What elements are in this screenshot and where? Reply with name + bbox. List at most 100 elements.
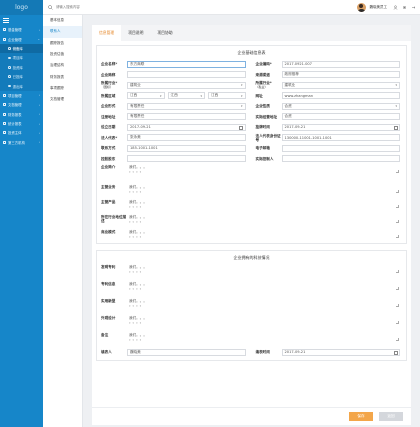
company-nature-select[interactable]: 合资 ▾ — [281, 102, 400, 110]
secondary-nav-item-events[interactable]: 事项跟踪 — [43, 83, 82, 94]
tab-assist[interactable]: 项目协助 — [150, 25, 179, 41]
source-field[interactable]: 政府推荐 — [281, 71, 400, 79]
design-textarea[interactable]: 我们。。。。。。。 — [127, 315, 400, 325]
calendar-icon[interactable] — [239, 125, 243, 130]
filler-field[interactable]: 魏晓美 — [127, 348, 246, 356]
ellipsis-text: 。。。。 — [129, 320, 144, 325]
short-name-field[interactable] — [127, 71, 246, 79]
secondary-nav: 基本信息 联系人 跟踪报告 投资估值 治理结构 财务报表 事项跟踪 文档管理 — [43, 0, 83, 427]
select-value: 江西 — [211, 93, 219, 98]
calendar-icon[interactable] — [393, 125, 398, 130]
secondary-nav-item-basic[interactable]: 基本信息 — [43, 15, 82, 26]
form-footer: 保存 返回 — [92, 407, 411, 425]
sidebar-item-company[interactable]: 企业管理 ⌄ — [0, 34, 43, 43]
resize-handle[interactable] — [396, 320, 399, 324]
logout-icon[interactable] — [411, 5, 416, 10]
chevron-down-icon: ▾ — [240, 104, 243, 109]
save-button[interactable]: 保存 — [349, 412, 373, 421]
resize-handle[interactable] — [396, 219, 399, 223]
section-title: 企业基础信息表 — [237, 50, 266, 55]
field-label: 实际经营地址 — [255, 114, 278, 119]
resize-handle[interactable] — [396, 169, 399, 173]
industry-national-select[interactable]: 建筑业 ▾ — [127, 81, 246, 89]
main-business-textarea[interactable]: 我们。。。。。。。 — [127, 184, 400, 194]
sidebar-item-label: 第三方机构 — [8, 140, 25, 145]
avatar[interactable] — [356, 2, 366, 12]
resize-handle[interactable] — [396, 204, 399, 208]
field-label: 主营产品 — [101, 200, 116, 204]
secondary-nav-item-docs[interactable]: 文档管理 — [43, 94, 82, 105]
listing-date-field[interactable]: 2017-09-21 — [281, 123, 400, 131]
user-icon[interactable] — [393, 5, 398, 10]
legal-rep-field[interactable]: 张永美 — [127, 134, 246, 142]
resize-handle[interactable] — [396, 189, 399, 193]
ellipsis-text: 。。。。 — [129, 337, 144, 342]
tab-info[interactable]: 信息管理 — [92, 25, 122, 41]
back-button[interactable]: 返回 — [379, 412, 403, 421]
ellipsis-text: 。。。。 — [129, 234, 144, 239]
resize-handle[interactable] — [396, 303, 399, 307]
legal-id-field[interactable]: 130000-11001-1001-1001 — [281, 134, 400, 142]
calendar-icon[interactable] — [393, 350, 398, 355]
select-value: 有限责任 — [130, 103, 145, 108]
sidebar-item-finance[interactable]: 财务报表 › — [0, 110, 43, 119]
select-value: 合资 — [284, 103, 292, 108]
company-type-select[interactable]: 有限责任 ▾ — [127, 102, 246, 110]
controlling-shareholder-field[interactable] — [127, 155, 246, 163]
province-select[interactable]: 江西 ▾ — [127, 92, 165, 100]
industry-position-textarea[interactable]: 我们。。。。。。。 — [127, 214, 400, 224]
sidebar-subitem-invest[interactable]: 投资库 — [0, 62, 43, 72]
main-product-textarea[interactable]: 我们。。。。。。。 — [127, 199, 400, 209]
resize-handle[interactable] — [396, 337, 399, 341]
sidebar-subitem-project[interactable]: 项目库 — [0, 53, 43, 63]
field-label: 法人代表身份证号 — [255, 133, 281, 142]
sidebar-item-stats[interactable]: 统计报表 › — [0, 119, 43, 128]
district-select[interactable]: 江西 ▾ — [208, 92, 246, 100]
email-field[interactable] — [281, 144, 400, 152]
registered-address-field[interactable]: 有限责任 — [127, 113, 246, 121]
city-select[interactable]: 江西 ▾ — [167, 92, 205, 100]
business-model-textarea[interactable]: 我们。。。。。。。 — [127, 229, 400, 239]
tab-description[interactable]: 项目说明 — [121, 25, 150, 41]
utility-model-textarea[interactable]: 我们。。。。。。。 — [127, 298, 400, 308]
patent-textarea[interactable]: 我们。。。。。。。 — [127, 264, 400, 274]
field-label: 挂牌时间 — [255, 125, 270, 130]
actual-address-field[interactable]: 合资 — [281, 113, 400, 121]
textarea-value: 我们。。。 — [129, 282, 147, 286]
gear-icon[interactable] — [402, 5, 407, 10]
fill-date-field[interactable]: 2017-09-21 — [281, 348, 400, 356]
menu-toggle-button[interactable] — [0, 15, 43, 25]
sidebar-item-fund[interactable]: 基金管理 › — [0, 25, 43, 34]
sidebar-item-third-party[interactable]: 第三方机构 › — [0, 138, 43, 147]
profile-textarea[interactable]: 我们。。。。。。。 — [127, 164, 400, 174]
website-field[interactable]: www.zhangman — [281, 92, 400, 100]
phone-field[interactable]: 185-1001-1001 — [127, 144, 246, 152]
sidebar-item-project[interactable]: 项目管理 › — [0, 91, 43, 100]
sidebar-subitem-exit[interactable]: 退出库 — [0, 81, 43, 91]
sidebar-item-label: 财务报表 — [8, 112, 22, 117]
username[interactable]: 魏晓美员工 — [370, 5, 388, 10]
secondary-nav-item-governance[interactable]: 治理结构 — [43, 60, 82, 71]
actual-controller-field[interactable] — [281, 155, 400, 163]
established-date-field[interactable]: 2017-09-21 — [127, 123, 246, 131]
resize-handle[interactable] — [396, 269, 399, 273]
sidebar-item-docs[interactable]: 文档管理 › — [0, 100, 43, 109]
sidebar-item-entity[interactable]: 投资主体 › — [0, 128, 43, 137]
sidebar-subitem-reserve[interactable]: 储备库 — [0, 43, 43, 54]
secondary-nav-item-contacts[interactable]: 联系人 — [43, 26, 82, 38]
company-code-field[interactable]: 2017.0921.007 — [281, 60, 400, 68]
resize-handle[interactable] — [396, 234, 399, 238]
secondary-nav-item-tracking[interactable]: 跟踪报告 — [43, 38, 82, 49]
remark-textarea[interactable]: 我们。。。。。。。 — [127, 332, 400, 342]
select-value: 建筑业 — [130, 82, 141, 87]
patent-info-textarea[interactable]: 我们。。。。。。。 — [127, 281, 400, 291]
search-input[interactable] — [56, 5, 116, 9]
resize-handle[interactable] — [396, 286, 399, 290]
field-label: 备注 — [101, 333, 109, 337]
field-label: 联系方式 — [101, 146, 116, 151]
company-name-field[interactable]: 东方商联 — [127, 60, 246, 68]
secondary-nav-item-valuation[interactable]: 投资估值 — [43, 49, 82, 60]
industry-private-select[interactable]: 建筑业 ▾ — [281, 81, 400, 89]
sidebar-subitem-invested[interactable]: 已投库 — [0, 71, 43, 82]
secondary-nav-item-finance[interactable]: 财务报表 — [43, 71, 82, 82]
